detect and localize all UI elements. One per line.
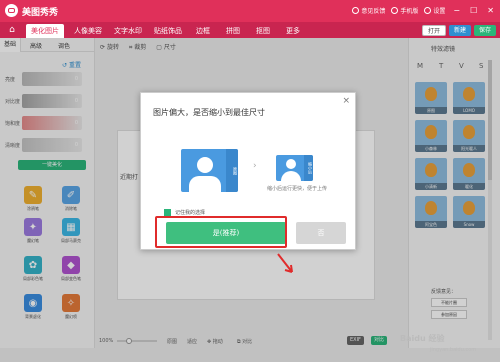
tab-portrait[interactable]: 人像美容 (70, 24, 106, 38)
original-image-preview: 原图 (181, 149, 238, 192)
close-window-button[interactable]: ✕ (485, 6, 496, 15)
phone-icon (391, 7, 399, 14)
baidu-watermark-url: jingyan.baidu.com (430, 347, 477, 353)
home-icon[interactable]: ⌂ (4, 24, 20, 36)
tab-collage[interactable]: 拼图 (220, 24, 246, 38)
close-icon[interactable]: × (342, 96, 350, 106)
original-badge: 原图 (226, 149, 238, 192)
gear-icon (424, 7, 432, 14)
settings-label: 设置 (433, 8, 446, 15)
annotation-highlight-box (155, 216, 287, 248)
feedback-label: 意见反馈 (361, 8, 386, 15)
chevron-right-icon: › (253, 161, 257, 171)
main-tab-bar: ⌂ 美化图片 人像美容 文字水印 贴纸饰品 边框 拼图 抠图 更多 打开 新建 … (0, 22, 500, 38)
title-bar: 美图秀秀 意见反馈 手机版 设置 − ☐ ✕ (0, 0, 500, 22)
maximize-button[interactable]: ☐ (468, 6, 479, 15)
app-title: 美图秀秀 (22, 8, 59, 18)
tab-beautify[interactable]: 美化图片 (26, 24, 64, 38)
feedback-icon (352, 7, 360, 14)
resized-badge: 缩小后 (304, 155, 313, 181)
settings-button[interactable]: 设置 (424, 6, 445, 15)
annotation-arrow-icon (277, 253, 293, 273)
resized-image-preview: 缩小后 (276, 155, 313, 181)
minimize-button[interactable]: − (451, 6, 462, 15)
resized-caption: 缩小后运行更快，便于上传 (267, 186, 328, 192)
person-body-icon (189, 176, 221, 192)
app-logo-icon (5, 4, 18, 17)
save-button[interactable]: 保存 (473, 25, 496, 36)
remember-label: 记住我的选择 (175, 210, 206, 216)
tab-cutout[interactable]: 抠图 (250, 24, 276, 38)
remember-checkbox[interactable] (164, 209, 171, 216)
baidu-watermark: Baidu 经验 (400, 334, 445, 343)
tab-text-watermark[interactable]: 文字水印 (110, 24, 146, 38)
feedback-button[interactable]: 意见反馈 (352, 6, 385, 15)
open-button[interactable]: 打开 (421, 25, 446, 36)
phone-label: 手机版 (400, 8, 419, 15)
tab-more[interactable]: 更多 (280, 24, 306, 38)
person-head-icon (197, 157, 213, 173)
new-button[interactable]: 新建 (448, 25, 471, 36)
person-body-icon (281, 171, 301, 181)
tab-stickers[interactable]: 贴纸饰品 (150, 24, 186, 38)
person-head-icon (286, 159, 296, 169)
tab-border[interactable]: 边框 (190, 24, 216, 38)
dialog-title: 图片偏大，是否缩小到最佳尺寸 (153, 108, 265, 117)
no-button[interactable]: 否 (296, 222, 346, 244)
phone-version-button[interactable]: 手机版 (391, 6, 418, 15)
